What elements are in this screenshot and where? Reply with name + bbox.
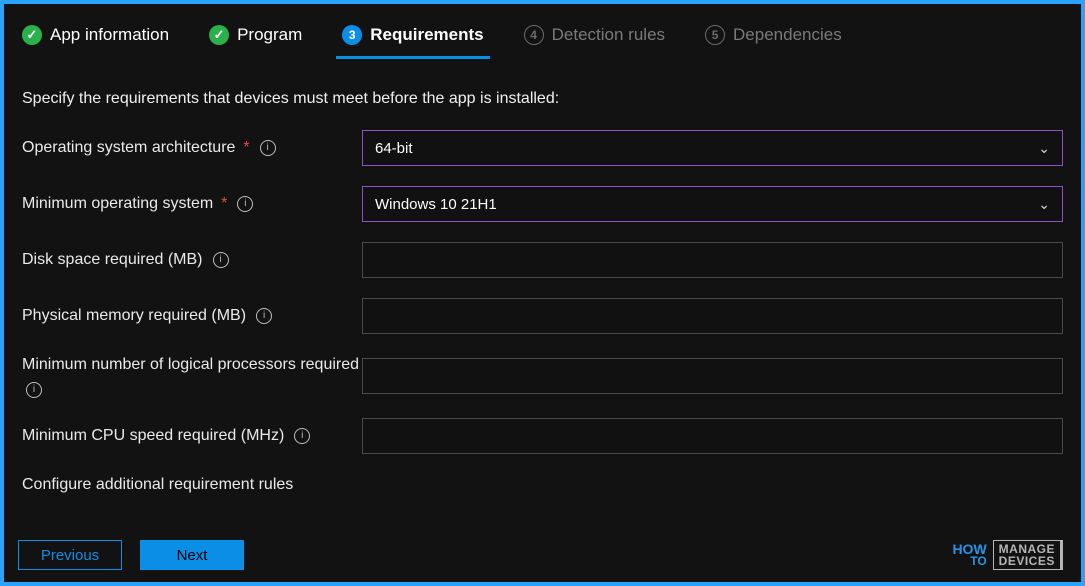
info-icon[interactable]: i	[260, 140, 276, 156]
label-text: Minimum operating system	[22, 193, 213, 215]
label-text: Disk space required (MB)	[22, 249, 203, 271]
step-label: Requirements	[370, 25, 483, 45]
field-label: Minimum operating system * i	[22, 193, 362, 215]
label-text: Minimum CPU speed required (MHz)	[22, 425, 284, 447]
row-disk-space: Disk space required (MB) i	[22, 242, 1063, 278]
check-icon	[209, 25, 229, 45]
watermark-text: DEVICES	[999, 555, 1055, 567]
app-frame: App information Program 3 Requirements 4…	[0, 0, 1085, 586]
required-asterisk: *	[243, 137, 249, 159]
watermark: HOW TO MANAGE DEVICES	[952, 540, 1063, 570]
label-text: Physical memory required (MB)	[22, 305, 246, 327]
watermark-box: MANAGE DEVICES	[993, 540, 1063, 570]
requirements-form: Operating system architecture * i 64-bit…	[22, 130, 1063, 454]
step-program[interactable]: Program	[209, 25, 302, 51]
chevron-down-icon: ⌄	[1038, 140, 1050, 157]
additional-rules-heading: Configure additional requirement rules	[22, 476, 1063, 494]
row-minimum-os: Minimum operating system * i Windows 10 …	[22, 186, 1063, 222]
minimum-os-select[interactable]: Windows 10 21H1 ⌄	[362, 186, 1063, 222]
watermark-text: TO	[952, 556, 986, 567]
label-text: Minimum number of logical processors req…	[22, 354, 359, 376]
field-label: Minimum CPU speed required (MHz) i	[22, 425, 362, 447]
step-dependencies[interactable]: 5 Dependencies	[705, 25, 842, 51]
step-requirements[interactable]: 3 Requirements	[342, 25, 483, 51]
wizard-footer: Previous Next	[18, 540, 244, 570]
row-physical-memory: Physical memory required (MB) i	[22, 298, 1063, 334]
row-logical-processors: Minimum number of logical processors req…	[22, 354, 1063, 398]
intro-text: Specify the requirements that devices mu…	[22, 90, 1063, 108]
select-value: 64-bit	[375, 140, 413, 157]
logical-processors-input[interactable]	[362, 358, 1063, 394]
info-icon[interactable]: i	[256, 308, 272, 324]
step-app-information[interactable]: App information	[22, 25, 169, 51]
row-os-architecture: Operating system architecture * i 64-bit…	[22, 130, 1063, 166]
wizard-stepper: App information Program 3 Requirements 4…	[22, 18, 1063, 58]
cpu-speed-input[interactable]	[362, 418, 1063, 454]
field-label: Operating system architecture * i	[22, 137, 362, 159]
info-icon[interactable]: i	[294, 428, 310, 444]
step-number: 5	[705, 25, 725, 45]
step-label: Program	[237, 25, 302, 45]
step-number: 3	[342, 25, 362, 45]
next-button[interactable]: Next	[140, 540, 244, 570]
info-icon[interactable]: i	[213, 252, 229, 268]
label-text: Operating system architecture	[22, 137, 235, 159]
field-label: Physical memory required (MB) i	[22, 305, 362, 327]
os-architecture-select[interactable]: 64-bit ⌄	[362, 130, 1063, 166]
button-label: Next	[177, 547, 208, 564]
step-label: Dependencies	[733, 25, 842, 45]
button-label: Previous	[41, 547, 99, 564]
previous-button[interactable]: Previous	[18, 540, 122, 570]
info-icon[interactable]: i	[26, 382, 42, 398]
info-icon[interactable]: i	[237, 196, 253, 212]
check-icon	[22, 25, 42, 45]
step-detection-rules[interactable]: 4 Detection rules	[524, 25, 665, 51]
select-value: Windows 10 21H1	[375, 196, 497, 213]
field-label: Disk space required (MB) i	[22, 249, 362, 271]
required-asterisk: *	[221, 193, 227, 215]
field-label: Minimum number of logical processors req…	[22, 354, 362, 398]
watermark-howto: HOW TO	[952, 543, 986, 566]
row-cpu-speed: Minimum CPU speed required (MHz) i	[22, 418, 1063, 454]
disk-space-input[interactable]	[362, 242, 1063, 278]
step-label: Detection rules	[552, 25, 665, 45]
step-label: App information	[50, 25, 169, 45]
physical-memory-input[interactable]	[362, 298, 1063, 334]
chevron-down-icon: ⌄	[1038, 196, 1050, 213]
step-number: 4	[524, 25, 544, 45]
